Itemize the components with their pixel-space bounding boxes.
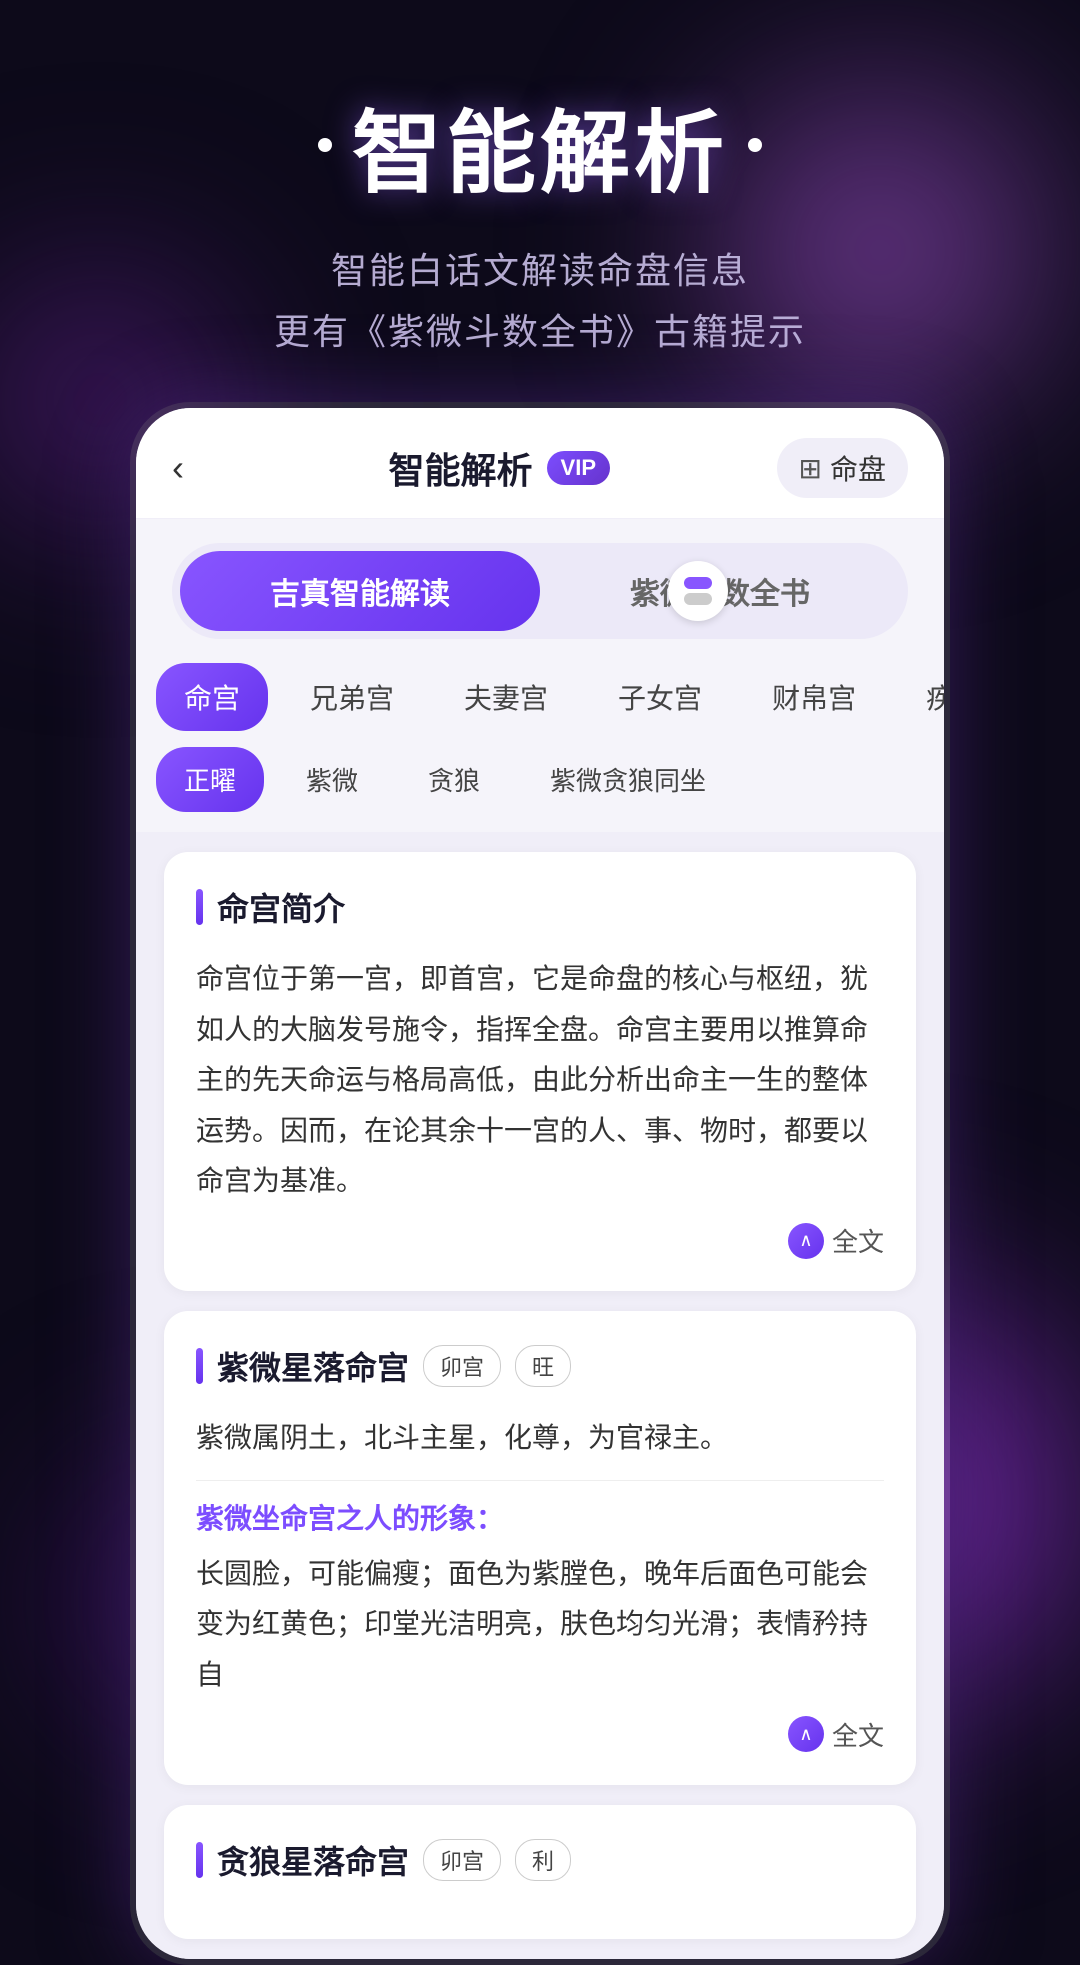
- toggle-left[interactable]: 吉真智能解读: [180, 551, 540, 631]
- card3-badge-li: 利: [515, 1839, 571, 1881]
- content-area: 命宫简介 命宫位于第一宫，即首宫，它是命盘的核心与枢纽，犹如人的大脑发号施令，指…: [136, 832, 944, 1959]
- card2-body-link: 长圆脸，可能偏瘦；面色为紫膛色，晚年后面色可能会变为红黄色；印堂光洁明亮，肤色均…: [196, 1549, 884, 1700]
- title-dot-right: [748, 138, 762, 152]
- read-more-icon-2: ∧: [788, 1716, 824, 1752]
- card1-title-row: 命宫简介: [196, 884, 884, 930]
- card2-divider: [196, 1480, 884, 1481]
- toggle-circle-top: [684, 577, 712, 589]
- app-nav-title: 智能解析: [389, 442, 533, 494]
- card2-body-plain: 紫微属阴土，北斗主星，化尊，为官禄主。: [196, 1413, 884, 1463]
- card1-read-more[interactable]: ∧ 全文: [196, 1222, 884, 1259]
- card-tanlang-luoming: 贪狼星落命宫 卯宫 利: [164, 1805, 916, 1939]
- card3-accent-bar: [196, 1842, 203, 1878]
- card3-title-row: 贪狼星落命宫 卯宫 利: [196, 1837, 884, 1883]
- tab-ji[interactable]: 疾: [898, 663, 944, 731]
- header-section: 智能解析 智能白话文解读命盘信息 更有《紫微斗数全书》古籍提示: [0, 80, 1080, 362]
- sub-tabs: 正曜 紫微 贪狼 紫微贪狼同坐: [136, 747, 944, 832]
- tab-mingong[interactable]: 命宫: [156, 663, 268, 731]
- back-button[interactable]: ‹: [172, 447, 222, 489]
- mingpan-button[interactable]: ⊞ 命盘: [777, 438, 908, 498]
- card-ziwei-luoming: 紫微星落命宫 卯宫 旺 紫微属阴土，北斗主星，化尊，为官禄主。 紫微坐命宫之人的…: [164, 1311, 916, 1785]
- read-more-icon-1: ∧: [788, 1223, 824, 1259]
- card2-link-text: 紫微坐命宫之人的形象：: [196, 1497, 884, 1537]
- subtitle-line2: 更有《紫微斗数全书》古籍提示: [274, 301, 806, 362]
- tab-caibogong[interactable]: 财帛宫: [744, 663, 884, 731]
- card1-title: 命宫简介: [217, 884, 345, 930]
- category-tabs: 命宫 兄弟宫 夫妻宫 子女宫 财帛宫 疾: [136, 663, 944, 747]
- read-more-label-2: 全文: [832, 1716, 884, 1753]
- card2-badge-maogong: 卯宫: [423, 1345, 501, 1387]
- tab-xiongdigong[interactable]: 兄弟宫: [282, 663, 422, 731]
- toggle-container: 吉真智能解读 紫微斗数全书: [172, 543, 908, 639]
- card2-title-row: 紫微星落命宫 卯宫 旺: [196, 1343, 884, 1389]
- app-header: ‹ 智能解析 VIP ⊞ 命盘: [136, 408, 944, 519]
- page-wrapper: 智能解析 智能白话文解读命盘信息 更有《紫微斗数全书》古籍提示 ‹ 智能解析 V…: [0, 0, 1080, 1965]
- toggle-circle-divider: [668, 561, 728, 621]
- phone-inner: ‹ 智能解析 VIP ⊞ 命盘 吉真智能解读 紫微: [136, 408, 944, 1959]
- mingpan-label: 命盘: [830, 448, 886, 488]
- card2-title: 紫微星落命宫: [217, 1343, 409, 1389]
- subtab-ziwei[interactable]: 紫微: [278, 747, 386, 812]
- mingpan-icon: ⊞: [799, 452, 822, 485]
- title-row: 智能解析: [318, 80, 762, 210]
- card2-badge-wang: 旺: [515, 1345, 571, 1387]
- card1-body: 命宫位于第一宫，即首宫，它是命盘的核心与枢纽，犹如人的大脑发号施令，指挥全盘。命…: [196, 954, 884, 1206]
- card3-badge-maogong: 卯宫: [423, 1839, 501, 1881]
- card-mingong-jianjie: 命宫简介 命宫位于第一宫，即首宫，它是命盘的核心与枢纽，犹如人的大脑发号施令，指…: [164, 852, 916, 1291]
- toggle-circle-bottom: [684, 593, 712, 605]
- subtab-zhengyao[interactable]: 正曜: [156, 747, 264, 812]
- toggle-area: 吉真智能解读 紫微斗数全书: [136, 519, 944, 663]
- subtab-ziwei-tanlang[interactable]: 紫微贪狼同坐: [522, 747, 734, 812]
- read-more-label-1: 全文: [832, 1222, 884, 1259]
- tab-fuqigong[interactable]: 夫妻宫: [436, 663, 576, 731]
- vip-badge: VIP: [547, 451, 610, 485]
- page-title: 智能解析: [352, 80, 728, 210]
- header-title-area: 智能解析 VIP: [389, 442, 610, 494]
- card2-accent-bar: [196, 1348, 203, 1384]
- card1-accent-bar: [196, 889, 203, 925]
- phone-mockup: ‹ 智能解析 VIP ⊞ 命盘 吉真智能解读 紫微: [130, 402, 950, 1965]
- subtab-tanlang[interactable]: 贪狼: [400, 747, 508, 812]
- card3-title: 贪狼星落命宫: [217, 1837, 409, 1883]
- subtitle-line1: 智能白话文解读命盘信息: [274, 240, 806, 301]
- title-dot-left: [318, 138, 332, 152]
- tab-zinugong[interactable]: 子女宫: [590, 663, 730, 731]
- subtitle: 智能白话文解读命盘信息 更有《紫微斗数全书》古籍提示: [274, 240, 806, 362]
- card2-read-more[interactable]: ∧ 全文: [196, 1716, 884, 1753]
